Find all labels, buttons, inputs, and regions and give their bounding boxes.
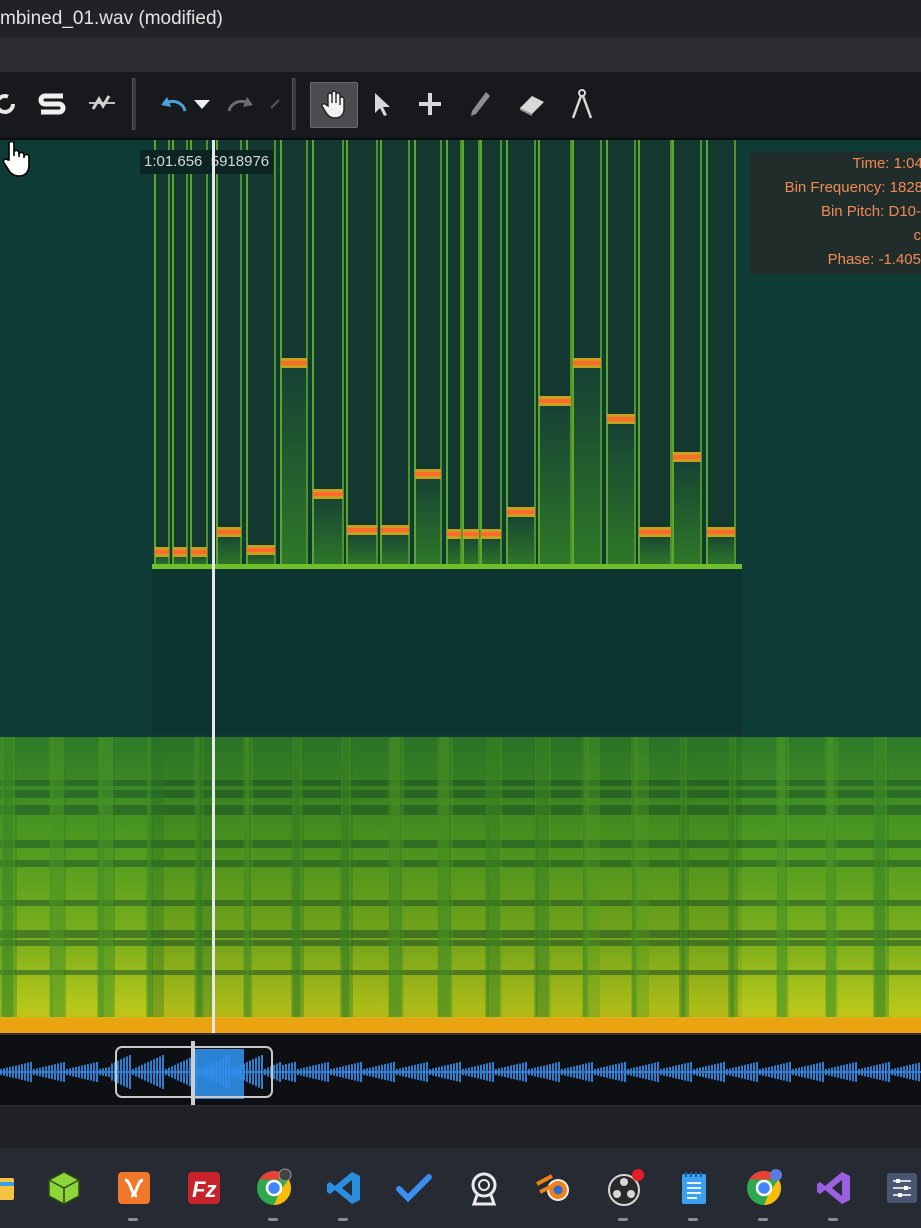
window-title: mbined_01.wav (modified): [0, 8, 223, 29]
hand-tool-button[interactable]: [310, 82, 358, 128]
obs-icon: [608, 1169, 644, 1206]
redo-dropdown-icon: [270, 99, 280, 109]
info-extra: c: [913, 227, 921, 244]
chrome-profile-icon: [747, 1169, 782, 1205]
taskbar-notepad[interactable]: [672, 1166, 716, 1210]
redo-button[interactable]: [222, 84, 262, 124]
3d-viewer-icon: [48, 1171, 80, 1205]
move-cross-icon: [419, 93, 441, 115]
hand-tool-icon: [321, 90, 345, 119]
pencil-tool-button[interactable]: [460, 84, 500, 124]
taskbar-blender[interactable]: [532, 1166, 576, 1210]
loop-button[interactable]: [0, 84, 26, 124]
taskbar-file-explorer[interactable]: [0, 1166, 22, 1210]
taskbar-visual-studio[interactable]: [812, 1166, 856, 1210]
settings-mixer-icon: [887, 1173, 917, 1203]
playhead-line[interactable]: [212, 140, 215, 1033]
compass-icon: [571, 89, 593, 119]
select-arrow-icon: [375, 93, 390, 116]
notepad-icon: [682, 1172, 706, 1204]
info-time: Time: 1:04.: [852, 155, 921, 172]
menu-bar: [0, 38, 921, 73]
filezilla-icon: Fz: [188, 1172, 220, 1204]
taskbar-chrome-profile[interactable]: [742, 1166, 786, 1210]
hand-cursor-icon: [2, 140, 30, 177]
title-bar: mbined_01.wav (modified): [0, 0, 921, 38]
bin-info-overlay: Time: 1:04. Bin Frequency: 1828 Bin Pitc…: [750, 152, 921, 274]
taskbar-vscode[interactable]: [322, 1166, 366, 1210]
overview-waveform-image: [0, 1041, 921, 1105]
select-tool-button[interactable]: [360, 84, 400, 124]
xampp-icon: [118, 1172, 150, 1204]
info-bin-frequency: Bin Frequency: 1828: [784, 179, 921, 196]
overview-waveform[interactable]: [0, 1033, 921, 1107]
snap-zero-button[interactable]: [82, 84, 122, 124]
redo-dropdown-button[interactable]: [262, 84, 288, 124]
visual-studio-icon: [817, 1172, 850, 1204]
cursor-time: 1:01.656: [144, 153, 203, 170]
chrome-icon: [257, 1168, 292, 1205]
spectrogram-view[interactable]: 1:01.656 5918976 Time: 1:04. Bin Frequen…: [0, 140, 921, 1033]
taskbar-settings-mixer[interactable]: [880, 1166, 921, 1210]
taskbar-3d-viewer[interactable]: [42, 1166, 86, 1210]
taskbar-todo[interactable]: [392, 1166, 436, 1210]
undo-button[interactable]: [152, 84, 192, 124]
taskbar-xampp[interactable]: [112, 1166, 156, 1210]
file-explorer-icon: [0, 1178, 14, 1200]
info-phase: Phase: -1.405: [827, 251, 921, 268]
move-tool-button[interactable]: [410, 84, 450, 124]
undo-dropdown-button[interactable]: [188, 84, 216, 124]
cursor-sample: 5918976: [210, 153, 270, 170]
taskbar-obs[interactable]: [602, 1166, 646, 1210]
taskbar-chrome[interactable]: [252, 1166, 296, 1210]
redo-icon: [227, 97, 253, 112]
snap-button[interactable]: [32, 84, 72, 124]
blender-icon: [536, 1174, 569, 1201]
taskbar-filezilla[interactable]: Fz: [182, 1166, 226, 1210]
status-bar: [0, 1105, 921, 1149]
taskbar-audio-app[interactable]: [462, 1166, 506, 1210]
svg-text:Fz: Fz: [192, 1177, 216, 1202]
info-bin-pitch: Bin Pitch: D10-: [820, 203, 921, 220]
cursor-position-label: 1:01.656 5918976: [140, 150, 274, 174]
vscode-icon: [327, 1172, 360, 1204]
loop-icon: [0, 94, 15, 114]
audio-app-icon: [471, 1172, 497, 1206]
eraser-tool-button[interactable]: [512, 84, 552, 124]
snap-icon: [38, 93, 66, 115]
eraser-icon: [520, 96, 544, 116]
pencil-icon: [471, 92, 490, 116]
toolbar: [0, 72, 921, 140]
snap-zero-icon: [89, 95, 115, 110]
undo-dropdown-icon: [194, 100, 210, 109]
undo-icon: [161, 97, 187, 112]
taskbar: Fz: [0, 1148, 921, 1228]
todo-icon: [396, 1174, 432, 1203]
compass-tool-button[interactable]: [562, 84, 602, 124]
